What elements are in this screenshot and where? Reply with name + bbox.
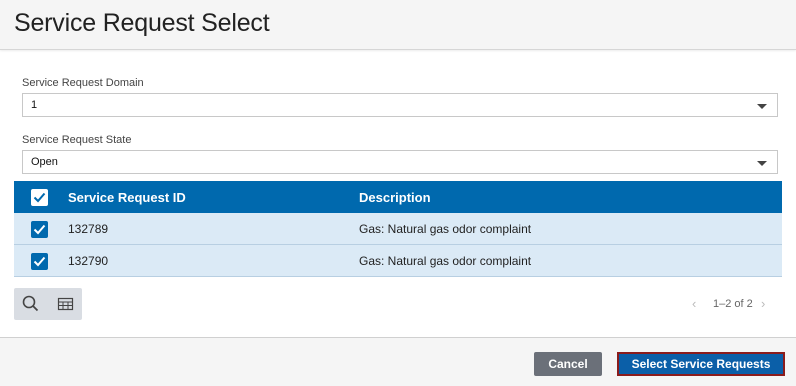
cell-description: Gas: Natural gas odor complaint (359, 222, 532, 236)
column-header-description[interactable]: Description (359, 190, 431, 205)
checkmark-icon (33, 192, 46, 203)
cell-request-id: 132790 (68, 254, 109, 268)
pagination: ‹ 1–2 of 2 › (690, 297, 770, 311)
columns-button[interactable] (48, 288, 82, 320)
row-checkbox[interactable] (31, 253, 48, 270)
search-button[interactable] (14, 288, 48, 320)
table-row[interactable]: 132790 Gas: Natural gas odor complaint (14, 245, 782, 277)
cell-request-id: 132789 (68, 222, 109, 236)
chevron-right-icon[interactable]: › (761, 297, 765, 311)
grid-header-row: Service Request ID Description (14, 181, 782, 213)
grid-toolbar (14, 288, 82, 320)
chevron-left-icon[interactable]: ‹ (692, 297, 696, 311)
dialog-header: Service Request Select (0, 0, 796, 50)
cancel-button[interactable]: Cancel (534, 352, 602, 376)
checkmark-icon (33, 256, 46, 267)
domain-label: Service Request Domain (22, 77, 144, 89)
pagination-text: 1–2 of 2 (713, 298, 753, 310)
cell-description: Gas: Natural gas odor complaint (359, 254, 532, 268)
table-row[interactable]: 132789 Gas: Natural gas odor complaint (14, 213, 782, 245)
dialog-title: Service Request Select (14, 9, 270, 37)
checkmark-icon (33, 224, 46, 235)
chevron-down-icon (757, 104, 767, 109)
chevron-down-icon (757, 161, 767, 166)
table-icon (57, 297, 74, 311)
domain-select-value: 1 (31, 99, 38, 111)
state-select[interactable]: Open (22, 150, 778, 174)
state-label: Service Request State (22, 134, 132, 146)
state-select-value: Open (31, 156, 58, 168)
select-all-checkbox[interactable] (31, 189, 48, 206)
row-checkbox[interactable] (31, 221, 48, 238)
domain-select[interactable]: 1 (22, 93, 778, 117)
service-request-grid: Service Request ID Description 132789 Ga… (14, 181, 782, 277)
select-service-requests-button[interactable]: Select Service Requests (617, 352, 785, 376)
dialog-footer: Cancel Select Service Requests (0, 337, 796, 386)
search-icon (22, 295, 39, 312)
column-header-id[interactable]: Service Request ID (68, 190, 186, 205)
